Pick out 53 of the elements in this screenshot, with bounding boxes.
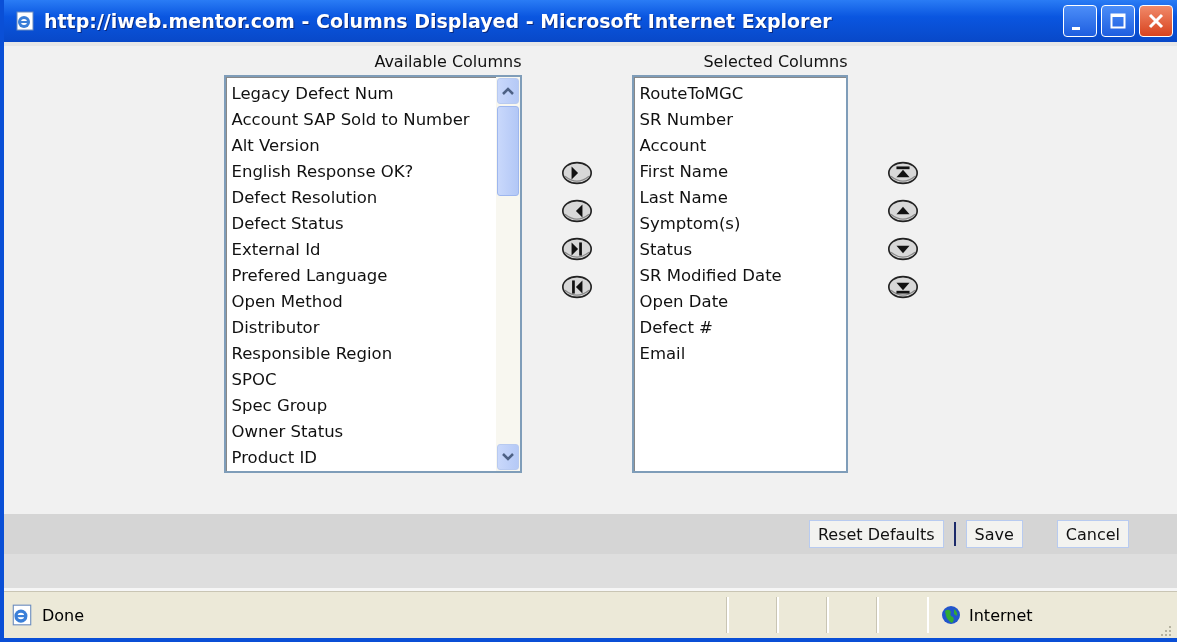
list-item[interactable]: Open Date bbox=[639, 289, 846, 315]
action-button[interactable]: Cancel bbox=[1056, 520, 1129, 548]
page-icon bbox=[14, 10, 36, 32]
maximize-icon bbox=[1110, 13, 1126, 29]
list-item[interactable]: Defect Status bbox=[231, 211, 496, 237]
scrollbar[interactable] bbox=[495, 77, 520, 471]
close-button[interactable] bbox=[1139, 5, 1173, 37]
move-top-icon[interactable] bbox=[885, 161, 920, 185]
action-button[interactable]: Reset Defaults bbox=[808, 520, 944, 548]
list-item[interactable]: Account SAP Sold to Number bbox=[231, 107, 496, 133]
list-item[interactable]: English Response OK? bbox=[231, 159, 496, 185]
list-item[interactable]: Product ID bbox=[231, 445, 496, 471]
skip-right-icon[interactable] bbox=[559, 237, 594, 261]
globe-icon bbox=[941, 605, 961, 625]
list-item[interactable]: Defect Resolution bbox=[231, 185, 496, 211]
list-item[interactable]: Responsible Region bbox=[231, 341, 496, 367]
list-label: Selected Columns bbox=[703, 51, 848, 73]
list-item[interactable]: Symptom(s) bbox=[639, 211, 846, 237]
list-item[interactable]: Defect # bbox=[639, 315, 846, 341]
list-item[interactable]: Prefered Language bbox=[231, 263, 496, 289]
list-item[interactable]: SR Number bbox=[639, 107, 846, 133]
list-item[interactable]: SR Modified Date bbox=[639, 263, 846, 289]
page-icon bbox=[10, 603, 34, 627]
list-item[interactable]: Open Method bbox=[231, 289, 496, 315]
scroll-up-icon[interactable] bbox=[496, 78, 519, 104]
list-label: Available Columns bbox=[374, 51, 522, 73]
list-item[interactable]: RouteToMGC bbox=[639, 81, 846, 107]
security-zone: Internet bbox=[969, 605, 1033, 625]
list-item[interactable]: Distributor bbox=[231, 315, 496, 341]
selected-columns-list[interactable]: RouteToMGC SR Number Account First Name Last Name Symptom(s) Status SR Modified Date Open Date Defect # Email bbox=[631, 75, 848, 473]
action-button[interactable]: Save bbox=[965, 520, 1023, 548]
minimize-button[interactable] bbox=[1063, 5, 1097, 37]
list-item[interactable]: SPOC bbox=[231, 367, 496, 393]
list-item[interactable]: Legacy Defect Num bbox=[231, 81, 496, 107]
list-item[interactable]: Account bbox=[639, 133, 846, 159]
list-item[interactable]: First Name bbox=[639, 159, 846, 185]
list-item[interactable]: Email bbox=[639, 341, 846, 367]
scroll-thumb[interactable] bbox=[496, 106, 519, 196]
status-text: Done bbox=[42, 605, 85, 625]
scroll-down-icon[interactable] bbox=[496, 444, 519, 470]
move-bottom-icon[interactable] bbox=[885, 275, 920, 299]
close-icon bbox=[1148, 13, 1164, 29]
list-item[interactable]: External Id bbox=[231, 237, 496, 263]
maximize-button[interactable] bbox=[1101, 5, 1135, 37]
skip-left-icon[interactable] bbox=[559, 275, 594, 299]
list-item[interactable]: Last Name bbox=[639, 185, 846, 211]
available-columns-list[interactable] bbox=[223, 75, 522, 473]
minimize-icon bbox=[1072, 26, 1080, 30]
list-item[interactable]: Spec Group bbox=[231, 393, 496, 419]
window-title: http://iweb.mentor.com - Columns Displayed - Microsoft Internet Explorer bbox=[44, 10, 832, 32]
list-item[interactable]: Owner Status bbox=[231, 419, 496, 445]
list-item[interactable]: Status bbox=[639, 237, 846, 263]
list-item[interactable]: Alt Version bbox=[231, 133, 496, 159]
